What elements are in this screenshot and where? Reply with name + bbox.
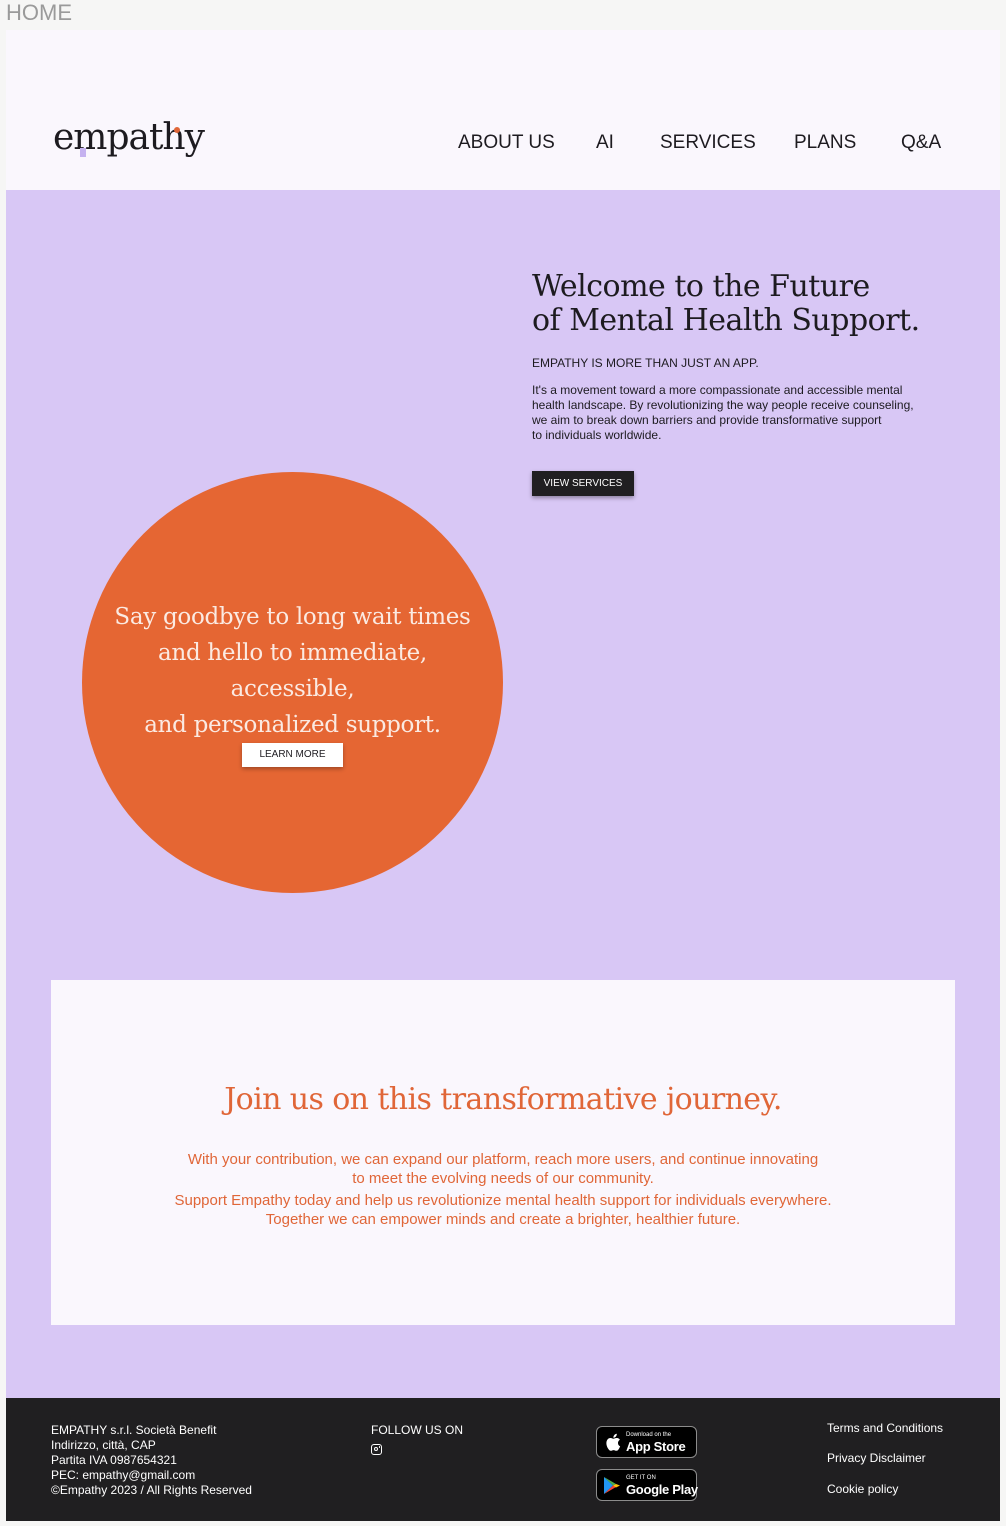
hero-section: Welcome to the Future of Mental Health S… bbox=[6, 190, 1000, 1398]
hero-body: It's a movement toward a more compassion… bbox=[532, 383, 922, 443]
logo-dot-icon bbox=[174, 127, 180, 133]
app-store-badge[interactable]: Download on the App Store bbox=[596, 1426, 697, 1458]
hero-subtitle: EMPATHY IS MORE THAN JUST AN APP. bbox=[532, 356, 759, 370]
view-services-button[interactable]: VIEW SERVICES bbox=[532, 471, 634, 496]
company-info: EMPATHY s.r.l. Società Benefit Indirizzo… bbox=[51, 1423, 252, 1498]
page-frame: empathy ABOUT US AI SERVICES PLANS Q&A W… bbox=[6, 30, 1000, 1521]
nav-about-us[interactable]: ABOUT US bbox=[458, 130, 555, 156]
join-line: With your contribution, we can expand ou… bbox=[187, 1151, 819, 1168]
learn-more-button[interactable]: LEARN MORE bbox=[242, 743, 343, 767]
join-line: Support Empathy today and help us revolu… bbox=[174, 1192, 832, 1209]
site-footer: EMPATHY s.r.l. Società Benefit Indirizzo… bbox=[6, 1398, 1000, 1521]
hero-body-line: to individuals worldwide. bbox=[532, 428, 662, 442]
company-line: Indirizzo, città, CAP bbox=[51, 1438, 156, 1452]
apple-icon bbox=[606, 1433, 621, 1451]
page-label: HOME bbox=[6, 0, 72, 25]
nav-plans[interactable]: PLANS bbox=[794, 130, 856, 156]
promo-circle-text: Say goodbye to long wait times and hello… bbox=[102, 599, 483, 743]
hero-body-line: health landscape. By revolutionizing the… bbox=[532, 398, 914, 412]
copyright: ©Empathy 2023 / All Rights Reserved bbox=[51, 1483, 252, 1497]
join-section: Join us on this transformative journey. … bbox=[51, 980, 955, 1325]
company-line: Partita IVA 0987654321 bbox=[51, 1453, 177, 1467]
cookie-policy-link[interactable]: Cookie policy bbox=[827, 1482, 898, 1497]
follow-us-label: FOLLOW US ON bbox=[371, 1423, 464, 1437]
hero-body-line: It's a movement toward a more compassion… bbox=[532, 383, 903, 397]
app-store-small: Download on the bbox=[626, 1432, 672, 1438]
hero-title: Welcome to the Future of Mental Health S… bbox=[532, 270, 952, 338]
terms-link[interactable]: Terms and Conditions bbox=[827, 1421, 943, 1436]
app-store-big: App Store bbox=[626, 1439, 686, 1454]
google-play-icon bbox=[604, 1477, 620, 1494]
logo-accent-icon bbox=[80, 148, 86, 157]
company-line: EMPATHY s.r.l. Società Benefit bbox=[51, 1423, 217, 1437]
join-title: Join us on this transformative journey. bbox=[224, 1082, 782, 1117]
join-line: to meet the evolving needs of our commun… bbox=[352, 1170, 654, 1187]
site-header: empathy ABOUT US AI SERVICES PLANS Q&A bbox=[6, 30, 1000, 190]
nav-qa[interactable]: Q&A bbox=[901, 130, 941, 156]
hero-title-line: Welcome to the Future bbox=[532, 269, 870, 304]
google-play-big: Google Play bbox=[626, 1482, 698, 1497]
company-line: PEC: empathy@gmail.com bbox=[51, 1468, 196, 1482]
hero-title-line: of Mental Health Support. bbox=[532, 303, 920, 338]
google-play-badge[interactable]: GET IT ON Google Play bbox=[596, 1469, 698, 1501]
promo-line: Say goodbye to long wait times bbox=[114, 604, 471, 630]
promo-line: and hello to immediate, accessible, bbox=[158, 640, 427, 702]
join-line: Together we can empower minds and create… bbox=[265, 1211, 741, 1228]
logo[interactable]: empathy bbox=[53, 118, 205, 158]
google-play-small: GET IT ON bbox=[626, 1475, 656, 1481]
nav-ai[interactable]: AI bbox=[596, 130, 614, 156]
privacy-link[interactable]: Privacy Disclaimer bbox=[827, 1451, 926, 1466]
nav-services[interactable]: SERVICES bbox=[660, 130, 756, 156]
instagram-icon[interactable] bbox=[371, 1444, 382, 1455]
hero-body-line: we aim to break down barriers and provid… bbox=[532, 413, 882, 427]
promo-line: and personalized support. bbox=[144, 712, 441, 738]
